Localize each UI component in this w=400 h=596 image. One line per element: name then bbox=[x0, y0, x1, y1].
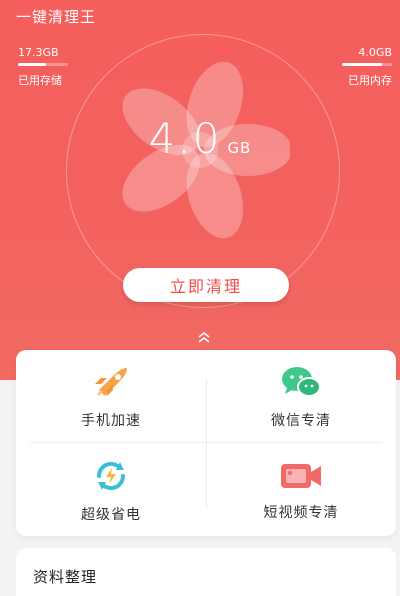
feature-short-video-clean[interactable]: 短视频专清 bbox=[206, 444, 396, 534]
video-camera-icon bbox=[281, 464, 321, 488]
cleanable-value: 4.0 bbox=[148, 114, 222, 163]
app-title: 一键清理王 bbox=[16, 8, 97, 26]
feature-label: 超级省电 bbox=[81, 507, 141, 523]
feature-wechat-clean[interactable]: 微信专清 bbox=[206, 350, 396, 440]
app-screen: 一键清理王 17.3GB 已用存储 4.0GB 已用内存 4.0 GB 立即清理 bbox=[0, 0, 400, 596]
memory-stat: 4.0GB 已用内存 bbox=[342, 46, 392, 88]
memory-bar-fill bbox=[342, 63, 382, 66]
storage-bar bbox=[18, 63, 68, 66]
rocket-icon bbox=[95, 368, 127, 396]
cleanable-amount: 4.0 GB bbox=[0, 114, 400, 163]
feature-label: 微信专清 bbox=[271, 413, 331, 429]
feature-card: 手机加速 微信专清 超级省电 短视频专清 bbox=[16, 350, 396, 536]
memory-bar bbox=[342, 63, 392, 66]
data-organize-card[interactable]: 资料整理 bbox=[16, 548, 396, 596]
cleanable-unit: GB bbox=[227, 139, 252, 157]
section-title: 资料整理 bbox=[33, 568, 98, 586]
power-save-icon bbox=[96, 461, 126, 491]
feature-phone-speedup[interactable]: 手机加速 bbox=[16, 350, 206, 440]
memory-label: 已用内存 bbox=[348, 74, 392, 87]
feature-label: 短视频专清 bbox=[263, 505, 339, 521]
storage-bar-fill bbox=[18, 63, 46, 66]
storage-value: 17.3GB bbox=[18, 46, 59, 59]
feature-label: 手机加速 bbox=[81, 413, 141, 429]
storage-label: 已用存储 bbox=[18, 74, 62, 87]
chevron-up-icon[interactable] bbox=[196, 331, 212, 343]
storage-stat: 17.3GB 已用存储 bbox=[18, 46, 68, 88]
memory-value: 4.0GB bbox=[358, 46, 392, 59]
feature-power-save[interactable]: 超级省电 bbox=[16, 444, 206, 534]
clean-now-button[interactable]: 立即清理 bbox=[123, 268, 289, 302]
divider bbox=[30, 442, 382, 443]
wechat-icon bbox=[282, 367, 321, 397]
